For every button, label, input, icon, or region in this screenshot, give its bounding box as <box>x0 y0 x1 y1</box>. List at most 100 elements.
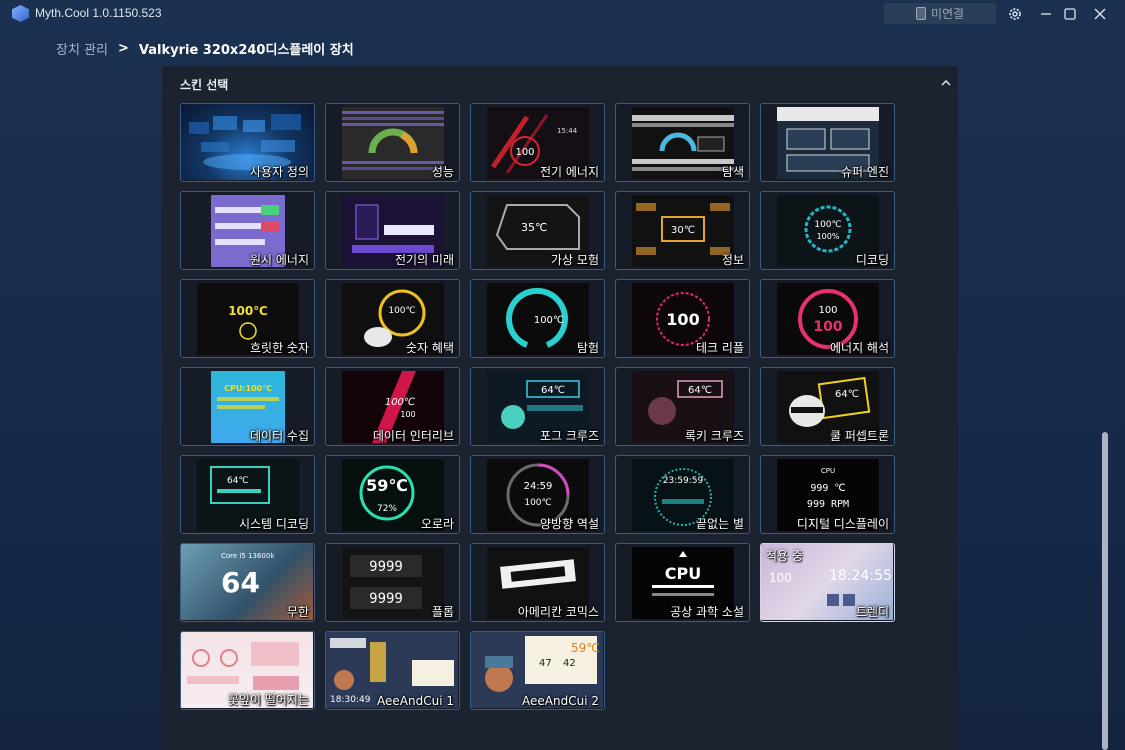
minimize-icon <box>1041 13 1051 15</box>
settings-button[interactable] <box>1005 4 1025 24</box>
skin-card[interactable]: 64℃ 쿨 퍼셉트론 <box>760 367 895 446</box>
thumb-time: 18:24:55 <box>829 568 892 584</box>
skin-card[interactable]: 100 100 에너지 해석 <box>760 279 895 358</box>
skin-card[interactable]: 탐색 <box>615 103 750 182</box>
skin-label: 전기 에너지 <box>539 165 599 179</box>
thumb-model: Core i5 13600k <box>221 552 275 560</box>
gear-icon <box>1009 8 1021 20</box>
skin-thumbnail <box>631 107 734 179</box>
thumb-temp: 64℃ <box>541 385 565 396</box>
skin-card[interactable]: 아메리칸 코믹스 <box>470 543 605 622</box>
minimize-button[interactable] <box>1036 4 1056 24</box>
connection-status-button[interactable]: 미연결 <box>884 3 996 24</box>
skin-label: 플롭 <box>431 605 454 619</box>
maximize-button[interactable] <box>1060 4 1080 24</box>
thumb-temp: 999 ℃ <box>810 483 845 494</box>
thumb-temp: 100℃ <box>524 498 551 508</box>
panel-title: 스킨 선택 <box>180 78 229 92</box>
skin-card[interactable]: 성능 <box>325 103 460 182</box>
skin-card[interactable]: 59℃ 47 42 AeeAndCui 2 <box>470 631 605 710</box>
skin-label: 탐색 <box>721 165 744 179</box>
maximize-icon <box>1064 8 1076 20</box>
skin-label: 데이터 인터리브 <box>372 429 454 443</box>
skin-label: 디지털 디스플레이 <box>796 517 889 531</box>
thumb-temp: 64 <box>221 566 260 599</box>
thumb-temp: 100℃ <box>384 397 414 408</box>
thumb-temp: 59℃ <box>366 476 408 495</box>
skin-card[interactable]: 전기의 미래 <box>325 191 460 270</box>
skin-select-panel: 스킨 선택 사용자 정의 성능 100 15:44 전기 에너지 탐색 슈퍼 엔… <box>162 66 958 750</box>
skin-label: 전기의 미래 <box>394 253 454 267</box>
skin-label: 양방향 역설 <box>539 517 599 531</box>
skin-thumbnail: 100℃ <box>486 283 589 355</box>
skin-card[interactable]: 사용자 정의 <box>180 103 315 182</box>
skin-thumbnail: 9999 9999 <box>341 547 444 619</box>
thumb-value-b: 100 <box>813 319 842 335</box>
thumb-value-b: 42 <box>563 658 576 669</box>
scrollbar-thumb[interactable] <box>1102 432 1108 750</box>
skin-card[interactable]: 100℃ 100 데이터 인터리브 <box>325 367 460 446</box>
skin-card[interactable]: CPU 999 ℃ 999 RPM 디지털 디스플레이 <box>760 455 895 534</box>
skin-card[interactable]: 원시 에너지 <box>180 191 315 270</box>
skin-label: 디코딩 <box>855 253 889 267</box>
skin-card[interactable]: 30℃ 정보 <box>615 191 750 270</box>
skin-card[interactable]: 9999 9999 플롭 <box>325 543 460 622</box>
skin-label: 꽃잎이 떨어지는 <box>227 693 309 707</box>
skin-label: 정보 <box>721 253 744 267</box>
thumb-value-b: 9999 <box>369 591 403 607</box>
skin-label: 테크 리플 <box>696 341 744 355</box>
skin-card[interactable]: 24:59 100℃ 양방향 역설 <box>470 455 605 534</box>
thumb-value-a: 47 <box>539 658 552 669</box>
thumb-cpu: CPU <box>820 467 834 475</box>
breadcrumb: 장치 관리 > Valkyrie 320x240디스플레이 장치 <box>56 38 354 58</box>
thumb-pct: 72% <box>376 504 396 514</box>
skin-card[interactable]: 64℃ 시스템 디코딩 <box>180 455 315 534</box>
breadcrumb-device-management[interactable]: 장치 관리 <box>56 39 108 58</box>
skin-card[interactable]: 100℃ 숫자 혜택 <box>325 279 460 358</box>
skin-card[interactable]: Core i5 13600k 64 무한 <box>180 543 315 622</box>
skin-thumbnail <box>341 107 444 179</box>
chevron-up-icon[interactable] <box>940 78 952 88</box>
skin-label: 끝없는 별 <box>696 517 744 531</box>
thumb-time: 15:44 <box>557 127 578 135</box>
skin-card[interactable]: 100℃ 탐험 <box>470 279 605 358</box>
skin-card[interactable]: 꽃잎이 떨어지는 <box>180 631 315 710</box>
skin-label: AeeAndCui 2 <box>522 694 599 708</box>
skin-card[interactable]: 64℃ 록키 크루즈 <box>615 367 750 446</box>
breadcrumb-current: Valkyrie 320x240디스플레이 장치 <box>138 42 354 58</box>
skin-label: 오로라 <box>420 517 454 531</box>
skin-card-selected[interactable]: 100 18:24:55 적용 중 트렌디 <box>760 543 895 622</box>
skin-label: 록키 크루즈 <box>684 429 744 443</box>
skin-card[interactable]: 100 테크 리플 <box>615 279 750 358</box>
skin-label: 흐릿한 숫자 <box>249 341 309 355</box>
skin-card[interactable]: 100℃ 100% 디코딩 <box>760 191 895 270</box>
skin-card[interactable]: CPU:100℃ 데이터 수집 <box>180 367 315 446</box>
skin-card[interactable]: 100℃ 흐릿한 숫자 <box>180 279 315 358</box>
skin-grid: 사용자 정의 성능 100 15:44 전기 에너지 탐색 슈퍼 엔진 원시 에… <box>180 103 895 710</box>
skin-card[interactable]: CPU 공상 과학 소설 <box>615 543 750 622</box>
thumb-temp: 30℃ <box>671 225 695 236</box>
thumb-temp: 100℃ <box>228 304 268 318</box>
close-button[interactable] <box>1090 4 1110 24</box>
skin-label: 슈퍼 엔진 <box>841 165 889 179</box>
skin-label: 사용자 정의 <box>249 165 309 179</box>
skin-card[interactable]: 35℃ 가상 모험 <box>470 191 605 270</box>
skin-card[interactable]: 100 15:44 전기 에너지 <box>470 103 605 182</box>
skin-label: 아메리칸 코믹스 <box>517 605 599 619</box>
thumb-temp: 64℃ <box>688 385 712 396</box>
thumb-temp: 100℃ <box>814 220 841 230</box>
skin-card[interactable]: 슈퍼 엔진 <box>760 103 895 182</box>
thumb-rpm: 999 RPM <box>806 499 848 510</box>
thumb-value-a: 100 <box>818 305 837 316</box>
thumb-value: 100 <box>400 410 415 419</box>
skin-label: 트렌디 <box>855 605 889 619</box>
thumb-value-a: 9999 <box>369 559 403 575</box>
skin-card[interactable]: 18:30:49 AeeAndCui 1 <box>325 631 460 710</box>
skin-card[interactable]: 23:59:59 끝없는 별 <box>615 455 750 534</box>
app-title: Myth.Cool 1.0.1150.523 <box>35 6 162 20</box>
skin-card[interactable]: 64℃ 포그 크루즈 <box>470 367 605 446</box>
app-logo-icon <box>12 5 29 22</box>
thumb-cpu-temp: CPU:100℃ <box>224 384 272 393</box>
thumb-temp: 100 <box>769 571 792 585</box>
skin-card[interactable]: 59℃ 72% 오로라 <box>325 455 460 534</box>
